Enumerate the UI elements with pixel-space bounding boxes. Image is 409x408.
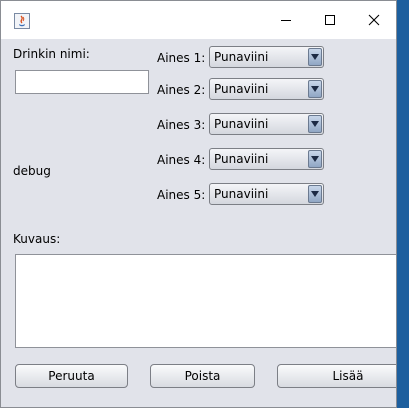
app-window: Drinkin nimi: debug Aines 1: Punaviini A…: [0, 0, 397, 408]
ingredient-4-value: Punaviini: [214, 152, 269, 166]
ingredient-5-value: Punaviini: [214, 187, 269, 201]
dropdown-arrow-icon: [308, 150, 322, 168]
ingredient-2-label: Aines 2:: [157, 83, 206, 97]
ingredient-2-select[interactable]: Punaviini: [209, 78, 324, 100]
add-button[interactable]: Lisää: [277, 364, 396, 388]
delete-button[interactable]: Poista: [150, 364, 255, 388]
ingredient-3-select[interactable]: Punaviini: [209, 113, 324, 135]
ingredient-1-value: Punaviini: [214, 50, 269, 64]
name-input[interactable]: [15, 70, 149, 94]
ingredient-1-select[interactable]: Punaviini: [209, 46, 324, 68]
dropdown-arrow-icon: [308, 48, 322, 66]
dropdown-arrow-icon: [308, 115, 322, 133]
close-icon: [368, 14, 380, 26]
ingredient-3-label: Aines 3:: [157, 118, 206, 132]
maximize-button[interactable]: [307, 1, 353, 39]
description-textarea[interactable]: [15, 254, 396, 348]
ingredient-1-label: Aines 1:: [157, 51, 206, 65]
ingredient-5-label: Aines 5:: [157, 188, 206, 202]
ingredient-4-label: Aines 4:: [157, 153, 206, 167]
name-label: Drinkin nimi:: [13, 47, 90, 61]
dropdown-arrow-icon: [308, 185, 322, 203]
ingredient-5-select[interactable]: Punaviini: [209, 183, 324, 205]
ingredient-3-value: Punaviini: [214, 117, 269, 131]
maximize-icon: [325, 15, 335, 25]
cancel-button[interactable]: Peruuta: [15, 364, 128, 388]
debug-label: debug: [13, 164, 51, 178]
minimize-button[interactable]: [263, 1, 309, 39]
minimize-icon: [281, 20, 291, 21]
dropdown-arrow-icon: [308, 80, 322, 98]
title-bar[interactable]: [1, 1, 396, 39]
description-label: Kuvaus:: [13, 232, 61, 246]
close-button[interactable]: [351, 1, 396, 39]
java-app-icon: [14, 13, 30, 29]
ingredient-4-select[interactable]: Punaviini: [209, 148, 324, 170]
ingredient-2-value: Punaviini: [214, 82, 269, 96]
